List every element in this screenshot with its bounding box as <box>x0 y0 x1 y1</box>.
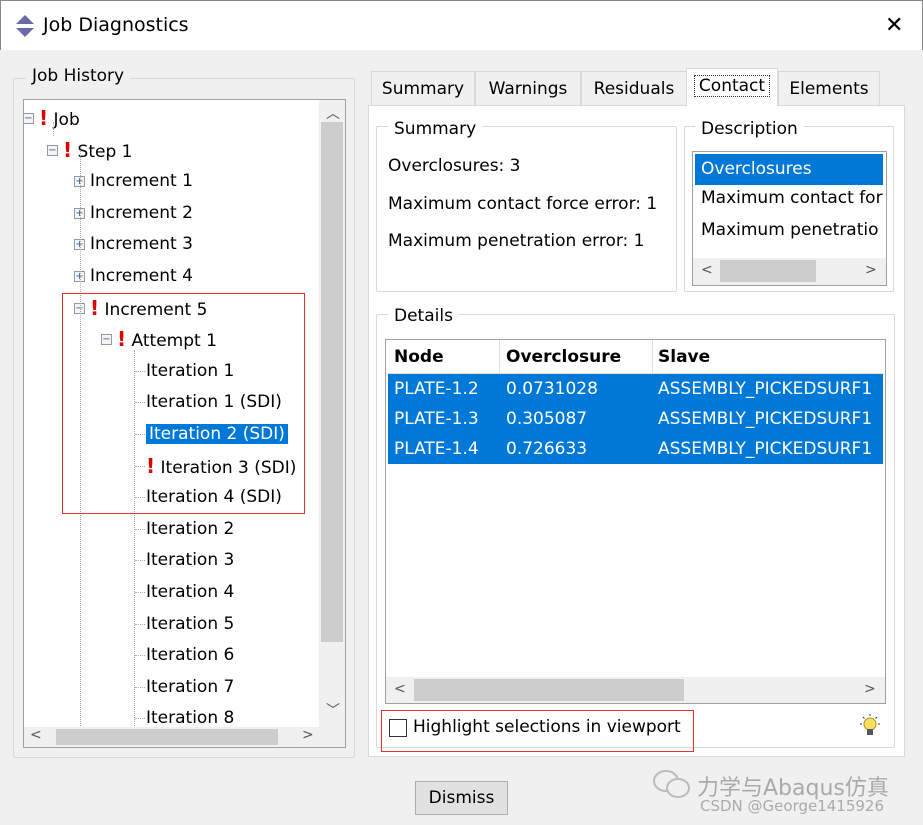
column-header-overclosure[interactable]: Overclosure <box>506 347 621 367</box>
scroll-up-icon[interactable]: ︿ <box>326 103 340 123</box>
watermark-credit: CSDN @George1415926 <box>700 797 885 815</box>
vertical-scrollbar[interactable]: ︿ ﹀ <box>319 100 345 727</box>
lightbulb-icon[interactable] <box>858 713 882 739</box>
scroll-thumb[interactable] <box>720 260 816 282</box>
summary-label: Summary <box>388 119 483 139</box>
scroll-thumb[interactable] <box>414 679 684 701</box>
column-divider[interactable] <box>499 340 500 374</box>
annotation-box <box>62 293 305 514</box>
tab-elements[interactable]: Elements <box>778 71 880 105</box>
list-item[interactable]: Maximum contact for <box>701 188 883 208</box>
wechat-logo-icon <box>653 770 690 798</box>
warning-icon: ! <box>63 137 73 162</box>
horizontal-scrollbar[interactable]: < > <box>24 727 345 747</box>
tree-node[interactable]: ! Job <box>39 103 80 133</box>
scroll-left-icon[interactable]: < <box>30 727 42 743</box>
tree-node[interactable]: Increment 4 <box>90 261 193 291</box>
table-row[interactable]: PLATE-1.4 0.726633 ASSEMBLY_PICKEDSURF1 <box>388 434 883 464</box>
scroll-down-icon[interactable]: ﹀ <box>326 700 340 720</box>
table-cell: PLATE-1.3 <box>394 409 479 429</box>
tab-summary[interactable]: Summary <box>371 71 475 105</box>
tree-connector <box>135 655 145 657</box>
tree-node[interactable]: Iteration 4 <box>146 577 234 607</box>
scroll-left-icon[interactable]: < <box>394 681 406 697</box>
tree-connector <box>135 592 145 593</box>
tab-residuals[interactable]: Residuals <box>581 71 687 105</box>
abaqus-logo-icon <box>14 15 36 37</box>
table-cell: ASSEMBLY_PICKEDSURF1 <box>658 439 873 459</box>
table-cell: ASSEMBLY_PICKEDSURF1 <box>658 379 873 399</box>
tree-node-label: Increment 2 <box>90 202 193 223</box>
description-list[interactable]: Overclosures Maximum contact for Maximum… <box>692 151 887 286</box>
details-table[interactable]: Node Overclosure Slave PLATE-1.2 0.073102… <box>385 339 886 704</box>
tree-connector <box>135 686 145 688</box>
scroll-right-icon[interactable]: > <box>865 262 877 278</box>
tree-connector <box>135 718 145 720</box>
close-icon[interactable]: ✕ <box>885 13 903 38</box>
tree-node-label: Job <box>53 110 80 130</box>
title-bar: Job Diagnostics ✕ <box>0 0 923 50</box>
tree-node-label: Increment 4 <box>90 266 193 286</box>
tree-node[interactable]: Iteration 5 <box>146 609 234 639</box>
collapse-icon[interactable]: − <box>24 113 34 124</box>
table-header: Node Overclosure Slave <box>386 340 885 374</box>
column-header-slave[interactable]: Slave <box>658 347 710 367</box>
tree-node-label: Iteration 5 <box>146 613 235 634</box>
tree-node[interactable]: Iteration 7 <box>146 672 234 702</box>
table-row[interactable]: PLATE-1.2 0.0731028 ASSEMBLY_PICKEDSURF1 <box>388 374 883 404</box>
details-label: Details <box>388 306 459 326</box>
table-cell: 0.305087 <box>506 409 588 429</box>
tree-node[interactable]: ! Step 1 <box>63 135 132 165</box>
max-penetration-error: Maximum penetration error: 1 <box>388 231 645 251</box>
tree-node-label: Iteration 3 <box>146 550 235 571</box>
table-cell: 0.726633 <box>506 439 588 459</box>
tree-node[interactable]: Iteration 6 <box>146 640 234 670</box>
horizontal-scrollbar[interactable]: < > <box>693 258 886 285</box>
description-label: Description <box>695 119 804 139</box>
tree-node[interactable]: Increment 1 <box>90 166 193 196</box>
table-cell: 0.0731028 <box>506 379 598 399</box>
tree-node-label: Iteration 6 <box>146 645 235 666</box>
list-item[interactable]: Overclosures <box>695 154 883 185</box>
tree-connector <box>135 560 145 562</box>
annotation-box <box>381 710 694 752</box>
scroll-right-icon[interactable]: > <box>864 681 876 697</box>
table-cell: PLATE-1.4 <box>394 439 479 459</box>
tree-node[interactable]: Iteration 2 <box>146 514 234 544</box>
tab-contact[interactable]: Contact <box>686 68 778 106</box>
collapse-icon[interactable]: − <box>47 144 58 156</box>
scroll-thumb[interactable] <box>56 729 278 745</box>
warning-icon: ! <box>39 106 49 130</box>
scroll-thumb[interactable] <box>321 122 343 642</box>
list-item[interactable]: Maximum penetratio <box>701 220 879 240</box>
tree-connector <box>135 623 145 625</box>
tab-warnings[interactable]: Warnings <box>475 71 581 105</box>
column-divider[interactable] <box>652 340 653 374</box>
overclosures-count: Overclosures: 3 <box>388 156 521 176</box>
table-row[interactable]: PLATE-1.3 0.305087 ASSEMBLY_PICKEDSURF1 <box>388 404 883 434</box>
horizontal-scrollbar[interactable]: < > <box>386 677 885 703</box>
dismiss-button[interactable]: Dismiss <box>415 781 508 815</box>
tree-node-label: Iteration 8 <box>146 708 235 729</box>
tree-node-label: Iteration 7 <box>146 676 235 697</box>
column-header-node[interactable]: Node <box>394 347 444 367</box>
tree-node[interactable]: Increment 2 <box>90 198 193 228</box>
tree-node[interactable]: Increment 3 <box>90 229 193 259</box>
table-cell: ASSEMBLY_PICKEDSURF1 <box>658 409 873 429</box>
scroll-right-icon[interactable]: > <box>302 727 314 743</box>
tree-connector <box>135 528 145 530</box>
max-contact-force-error: Maximum contact force error: 1 <box>388 194 658 214</box>
tree-node-label: Step 1 <box>77 141 133 162</box>
tree-node-label: Increment 3 <box>90 234 193 255</box>
table-cell: PLATE-1.2 <box>394 379 479 399</box>
tree-node-label: Iteration 4 <box>146 582 235 602</box>
scroll-left-icon[interactable]: < <box>701 262 713 278</box>
window-title: Job Diagnostics <box>43 14 189 36</box>
tree-node-label: Increment 1 <box>90 171 193 192</box>
job-history-label: Job History <box>26 66 131 86</box>
tree-node[interactable]: Iteration 3 <box>146 545 234 575</box>
tree-connector <box>53 122 54 136</box>
tree-node-label: Iteration 2 <box>146 518 235 539</box>
